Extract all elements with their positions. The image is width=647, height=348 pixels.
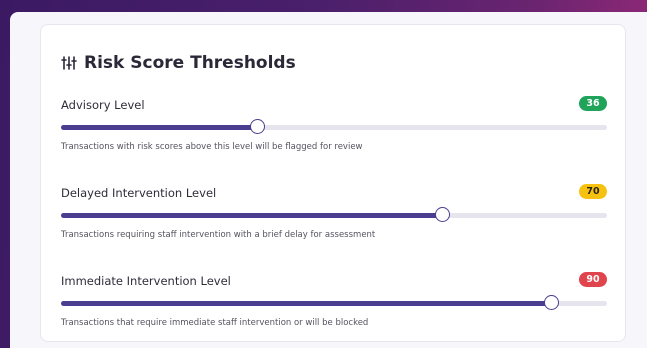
threshold-advisory: Advisory Level 36 Transactions with risk… xyxy=(61,96,607,167)
risk-thresholds-card: Risk Score Thresholds Advisory Level 36 … xyxy=(40,24,626,342)
threshold-delayed-intervention: Delayed Intervention Level 70 Transactio… xyxy=(61,184,607,255)
slider-fill xyxy=(61,301,553,306)
threshold-value-badge: 70 xyxy=(579,184,607,199)
threshold-label: Immediate Intervention Level xyxy=(61,274,231,288)
slider-thumb[interactable] xyxy=(249,119,265,134)
threshold-description: Transactions that require immediate staf… xyxy=(61,318,369,328)
page-background: Risk Score Thresholds Advisory Level 36 … xyxy=(10,12,647,348)
threshold-value-badge: 36 xyxy=(579,96,607,111)
threshold-description: Transactions with risk scores above this… xyxy=(61,142,363,152)
threshold-value-badge: 90 xyxy=(579,272,607,287)
slider-thumb[interactable] xyxy=(544,295,560,310)
slider-fill xyxy=(61,125,258,130)
threshold-immediate-intervention: Immediate Intervention Level 90 Transact… xyxy=(61,272,607,343)
delayed-intervention-slider[interactable] xyxy=(61,207,607,222)
card-title-text: Risk Score Thresholds xyxy=(84,53,296,73)
card-title: Risk Score Thresholds xyxy=(61,49,296,77)
slider-thumb[interactable] xyxy=(435,207,451,222)
threshold-label: Delayed Intervention Level xyxy=(61,186,217,200)
sliders-icon xyxy=(61,56,77,70)
advisory-slider[interactable] xyxy=(61,119,607,134)
threshold-description: Transactions requiring staff interventio… xyxy=(61,230,376,240)
threshold-label: Advisory Level xyxy=(61,98,145,112)
slider-fill xyxy=(61,213,444,218)
immediate-intervention-slider[interactable] xyxy=(61,295,607,310)
